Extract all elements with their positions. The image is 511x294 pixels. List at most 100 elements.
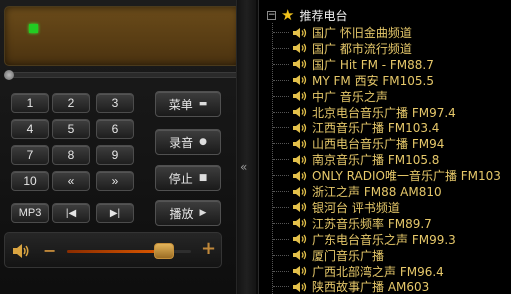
station-item[interactable]: 山西电台音乐广播 FM94 xyxy=(273,135,444,152)
record-button[interactable]: 录音 ● xyxy=(155,129,221,155)
key-8[interactable]: 8 xyxy=(52,145,90,165)
station-item[interactable]: 国广 Hit FM - FM88.7 xyxy=(273,56,434,73)
station-label: 中广 音乐之声 xyxy=(312,89,388,104)
key-9[interactable]: 9 xyxy=(96,145,134,165)
stop-button[interactable]: 停止 ■ xyxy=(155,165,221,191)
station-label: 国广 Hit FM - FM88.7 xyxy=(312,57,434,72)
key-2[interactable]: 2 xyxy=(52,93,90,113)
stop-icon: ■ xyxy=(198,173,208,183)
skip-back-button[interactable]: |◀ xyxy=(52,203,90,223)
speaker-icon xyxy=(292,184,308,200)
mp3-button[interactable]: MP3 xyxy=(11,203,49,223)
stop-label: 停止 xyxy=(168,171,193,186)
station-item[interactable]: 陕西故事广播 AM603 xyxy=(273,278,429,294)
speaker-icon xyxy=(292,168,308,184)
tree-branch xyxy=(273,238,289,240)
station-item[interactable]: 厦门音乐广播 xyxy=(273,247,384,264)
station-item[interactable]: MY FM 西安 FM105.5 xyxy=(273,72,434,89)
key-1[interactable]: 1 xyxy=(11,93,49,113)
speaker-icon xyxy=(292,136,308,152)
key-3[interactable]: 3 xyxy=(96,93,134,113)
tree-branch xyxy=(273,32,289,33)
tree-branch xyxy=(273,286,289,288)
station-item[interactable]: 广东电台音乐之声 FM99.3 xyxy=(273,231,456,248)
lcd-display xyxy=(4,6,240,66)
volume-bar: − + xyxy=(4,232,222,268)
key-5[interactable]: 5 xyxy=(52,119,90,139)
station-item[interactable]: 北京电台音乐广播 FM97.4 xyxy=(273,104,456,121)
station-tree: − ★ 推荐电台 国广 怀旧金曲频道 国广 都市流行频道 国广 Hit FM - F… xyxy=(258,0,511,294)
status-led xyxy=(29,24,38,33)
station-item[interactable]: 银河台 评书频道 xyxy=(273,199,400,216)
speaker-icon xyxy=(292,72,308,88)
collapse-strip[interactable]: « xyxy=(236,0,256,294)
play-icon: ▶ xyxy=(199,208,207,218)
speaker-icon xyxy=(292,40,308,56)
station-label: 江苏音乐频率 FM89.7 xyxy=(312,216,432,231)
collapse-arrow-icon[interactable]: « xyxy=(240,160,247,174)
tree-branch xyxy=(273,143,289,145)
station-item[interactable]: 南京音乐广播 FM105.8 xyxy=(273,151,439,168)
station-label: MY FM 西安 FM105.5 xyxy=(312,73,434,88)
station-label: ONLY RADIO唯一音乐广播 FM103 xyxy=(312,169,501,184)
speaker-icon xyxy=(292,279,308,294)
volume-down-button[interactable]: − xyxy=(43,241,56,260)
speaker-icon xyxy=(292,215,308,231)
station-item[interactable]: 广西北部湾之声 FM96.4 xyxy=(273,263,444,280)
key-10[interactable]: 10 xyxy=(11,171,49,191)
station-label: 银河台 评书频道 xyxy=(312,200,400,215)
tree-branch xyxy=(273,95,289,97)
tree-branch xyxy=(273,63,289,65)
tree-branch xyxy=(273,111,289,113)
tree-root-recommended[interactable]: − ★ 推荐电台 xyxy=(267,7,347,23)
station-item[interactable]: ONLY RADIO唯一音乐广播 FM103 xyxy=(273,167,501,184)
tree-branch xyxy=(273,191,289,192)
progress-bar[interactable] xyxy=(4,70,242,80)
progress-knob[interactable] xyxy=(4,70,14,80)
station-label: 厦门音乐广播 xyxy=(312,248,385,263)
tree-branch xyxy=(273,175,289,177)
skip-forward-button[interactable]: ▶| xyxy=(96,203,134,223)
next-channel-button[interactable]: » xyxy=(96,171,134,191)
star-icon: ★ xyxy=(281,6,295,24)
station-label: 陕西故事广播 AM603 xyxy=(312,280,430,294)
speaker-icon xyxy=(292,152,308,168)
station-item[interactable]: 国广 怀旧金曲频道 xyxy=(273,24,412,41)
station-label: 浙江之声 FM88 AM810 xyxy=(312,185,442,199)
collapse-node-icon[interactable]: − xyxy=(267,10,276,20)
station-label: 北京电台音乐广播 FM97.4 xyxy=(312,105,456,120)
tree-branch xyxy=(273,270,289,272)
station-item[interactable]: 中广 音乐之声 xyxy=(273,88,388,105)
station-item[interactable]: 江西音乐广播 FM103.4 xyxy=(273,119,439,136)
prev-channel-button[interactable]: « xyxy=(52,171,90,191)
volume-up-button[interactable]: + xyxy=(201,238,216,259)
key-6[interactable]: 6 xyxy=(96,119,134,139)
volume-knob[interactable] xyxy=(154,243,174,259)
menu-button[interactable]: 菜单 ▬ xyxy=(155,91,221,117)
key-7[interactable]: 7 xyxy=(11,145,49,165)
tree-branch xyxy=(273,222,289,224)
record-icon: ● xyxy=(199,137,207,147)
tree-branch xyxy=(273,47,289,49)
play-button[interactable]: 播放 ▶ xyxy=(155,200,221,226)
tree-branch xyxy=(273,159,289,161)
speaker-icon xyxy=(292,25,308,41)
player-panel: 1 2 3 4 5 6 7 8 9 10 « » MP3 |◀ ▶| 菜单 ▬ … xyxy=(0,0,248,294)
station-item[interactable]: 浙江之声 FM88 AM810 xyxy=(273,183,442,200)
speaker-icon xyxy=(292,120,308,136)
speaker-icon[interactable] xyxy=(11,241,31,261)
speaker-icon xyxy=(292,88,308,104)
play-label: 播放 xyxy=(169,206,194,221)
station-label: 国广 怀旧金曲频道 xyxy=(312,26,412,40)
station-item[interactable]: 江苏音乐频率 FM89.7 xyxy=(273,215,432,232)
station-label: 广西北部湾之声 FM96.4 xyxy=(312,264,444,279)
station-item[interactable]: 国广 都市流行频道 xyxy=(273,40,412,57)
record-label: 录音 xyxy=(169,135,194,150)
key-4[interactable]: 4 xyxy=(11,119,49,139)
station-label: 南京音乐广播 FM105.8 xyxy=(312,153,440,168)
station-label: 江西音乐广播 FM103.4 xyxy=(312,121,440,136)
speaker-icon xyxy=(292,104,308,120)
menu-icon: ▬ xyxy=(198,99,208,109)
tree-branch xyxy=(273,206,289,208)
speaker-icon xyxy=(292,247,308,263)
